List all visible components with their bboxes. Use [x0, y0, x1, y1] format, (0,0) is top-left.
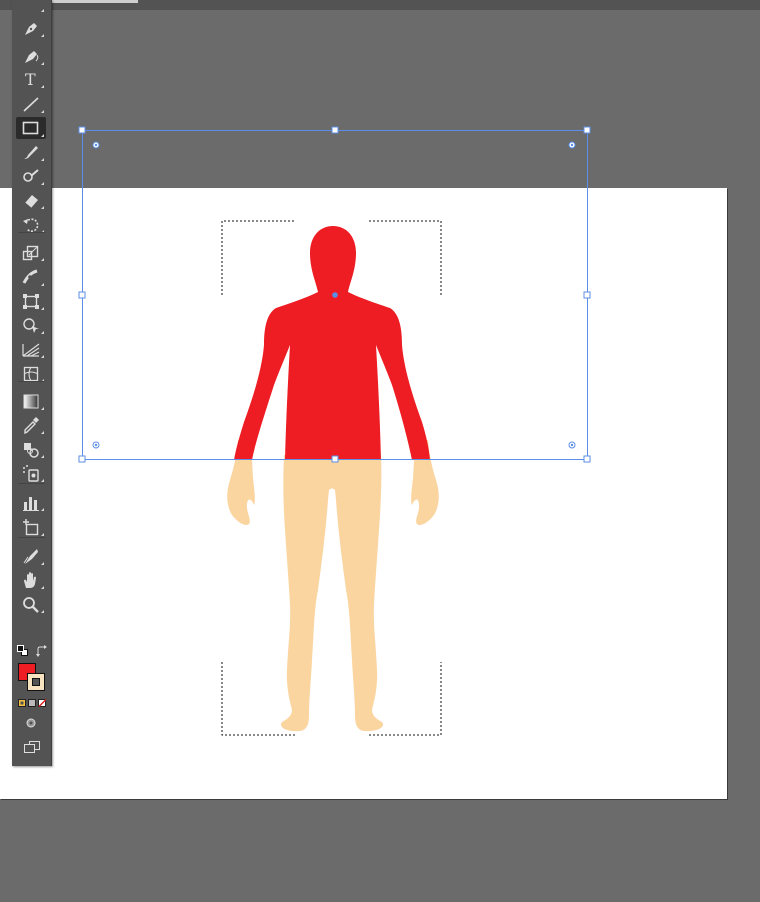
- curvature-tool-button[interactable]: [16, 45, 46, 67]
- pen-tool-button[interactable]: [16, 17, 46, 39]
- gradient-tool-icon: [23, 394, 39, 409]
- blend-tool-button[interactable]: [16, 438, 46, 460]
- screen-mode-icon[interactable]: [23, 740, 41, 754]
- shape-builder-tool-icon: [23, 318, 39, 333]
- tool-group-indicator: [41, 9, 44, 12]
- tool-group-indicator: [41, 586, 44, 589]
- tools-panel: T: [12, 0, 52, 766]
- tool-group-indicator: [41, 307, 44, 310]
- symbol-sprayer-tool-icon: [23, 465, 39, 482]
- column-graph-tool-button[interactable]: [16, 491, 46, 513]
- tool-group-indicator: [41, 562, 44, 565]
- mesh-tool-icon: [23, 366, 39, 382]
- shaper-tool-icon: [23, 169, 39, 182]
- width-tool-icon: [22, 269, 38, 284]
- tool-group-indicator: [41, 455, 44, 458]
- resize-handle[interactable]: [78, 291, 86, 299]
- svg-text:T: T: [25, 70, 36, 88]
- type-tool-button[interactable]: T: [16, 68, 46, 90]
- eraser-tool-button[interactable]: [16, 189, 46, 211]
- resize-handle[interactable]: [583, 455, 591, 463]
- resize-handle[interactable]: [583, 126, 591, 134]
- width-tool-button[interactable]: [16, 266, 46, 288]
- tool-group-indicator: [41, 158, 44, 161]
- tool-group-indicator: [41, 508, 44, 511]
- rotate-tool-icon: [23, 218, 39, 232]
- tool-group-indicator: [41, 182, 44, 185]
- eyedropper-tool-button[interactable]: [16, 414, 46, 436]
- tool-group-indicator: [41, 479, 44, 482]
- color-mode-buttons[interactable]: [18, 699, 46, 709]
- scale-tool-button[interactable]: [16, 241, 46, 263]
- lasso-tool-icon: [21, 0, 41, 12]
- line-segment-tool-button[interactable]: [16, 93, 46, 115]
- zoom-tool-button[interactable]: [16, 593, 46, 615]
- corner-radius-widget-dot: [570, 443, 574, 447]
- artboard-tool-button[interactable]: [16, 516, 46, 538]
- rectangle-tool-button[interactable]: [16, 117, 46, 139]
- shape-builder-tool-button[interactable]: [16, 314, 46, 336]
- toolbar-separator: [18, 232, 45, 233]
- tool-group-indicator: [41, 283, 44, 286]
- slice-tool-button[interactable]: [16, 545, 46, 567]
- toolbar-separator: [18, 537, 45, 538]
- free-transform-tool-icon: [23, 294, 39, 309]
- corner-radius-widget-dot: [570, 143, 574, 147]
- paintbrush-tool-icon: [24, 146, 38, 159]
- resize-handle[interactable]: [78, 126, 86, 134]
- tool-group-indicator: [41, 331, 44, 334]
- corner-radius-widget-dot: [94, 443, 98, 447]
- pen-tool-icon: [25, 23, 37, 35]
- stroke-color-swatch[interactable]: [27, 673, 45, 691]
- shaper-tool-button[interactable]: [16, 165, 46, 187]
- tool-group-indicator: [41, 206, 44, 209]
- resize-handle[interactable]: [78, 455, 86, 463]
- hand-tool-button[interactable]: [16, 569, 46, 591]
- line-segment-tool-icon: [23, 97, 39, 112]
- tool-group-indicator: [41, 407, 44, 410]
- scale-tool-icon: [22, 245, 39, 261]
- tool-group-indicator: [41, 533, 44, 536]
- curvature-tool-icon: [25, 51, 39, 63]
- hand-tool-icon: [24, 572, 36, 588]
- draw-mode-icon[interactable]: [25, 717, 37, 729]
- eraser-tool-icon: [24, 195, 38, 209]
- tool-group-indicator: [41, 85, 44, 88]
- lasso-tool-button[interactable]: [16, 0, 46, 14]
- toolbar-separator: [18, 483, 45, 484]
- type-tool-icon: T: [25, 70, 36, 88]
- column-graph-tool-icon: [23, 497, 39, 511]
- default-fill-stroke-icon[interactable]: [17, 645, 29, 657]
- artboard-tool-icon: [23, 519, 39, 536]
- perspective-grid-tool-icon: [22, 343, 40, 357]
- free-transform-tool-button[interactable]: [16, 290, 46, 312]
- rectangle-tool-icon: [22, 121, 39, 135]
- resize-handle[interactable]: [331, 455, 339, 463]
- resize-handle[interactable]: [331, 126, 339, 134]
- paintbrush-tool-button[interactable]: [16, 141, 46, 163]
- zoom-tool-icon: [23, 597, 39, 613]
- slice-tool-icon: [23, 549, 38, 564]
- corner-radius-widget-dot: [94, 143, 98, 147]
- tool-group-indicator: [41, 134, 44, 137]
- selection-bounding-box[interactable]: [0, 0, 760, 902]
- symbol-sprayer-tool-button[interactable]: [16, 462, 46, 484]
- center-point: [332, 292, 338, 298]
- toolbar-separator: [18, 381, 45, 382]
- tool-group-indicator: [41, 62, 44, 65]
- gradient-mode-icon: [28, 699, 36, 707]
- resize-handle[interactable]: [583, 291, 591, 299]
- gradient-tool-button[interactable]: [16, 390, 46, 412]
- blend-tool-icon: [24, 443, 39, 458]
- tool-group-indicator: [41, 34, 44, 37]
- swap-fill-stroke-icon[interactable]: [36, 645, 48, 657]
- eyedropper-tool-icon: [24, 417, 39, 434]
- perspective-grid-tool-button[interactable]: [16, 338, 46, 360]
- tool-group-indicator: [41, 258, 44, 261]
- tool-group-indicator: [41, 110, 44, 113]
- tool-group-indicator: [41, 355, 44, 358]
- tool-group-indicator: [41, 431, 44, 434]
- tool-group-indicator: [41, 610, 44, 613]
